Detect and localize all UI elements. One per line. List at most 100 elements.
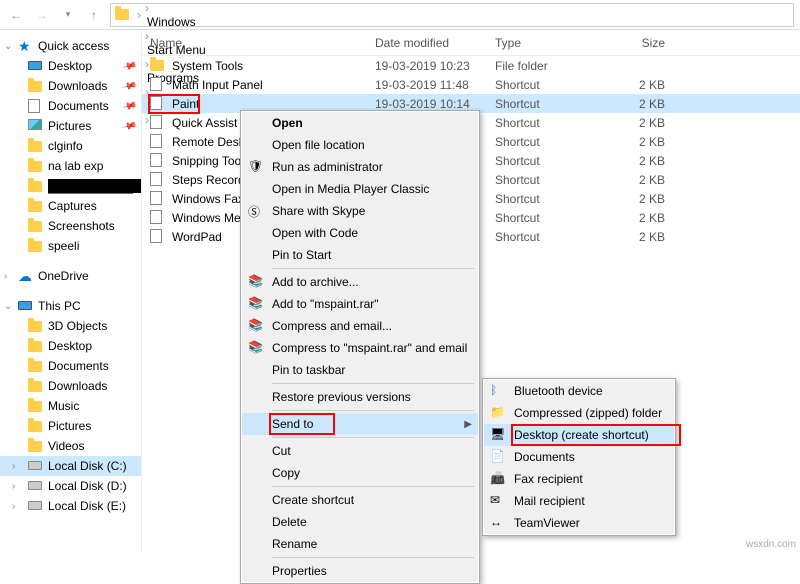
file-row[interactable]: Math Input Panel19-03-2019 11:48Shortcut…	[142, 75, 800, 94]
sidebar-item[interactable]: Documents	[0, 356, 141, 376]
menu-item-label: Run as administrator	[272, 160, 383, 174]
breadcrumb-seg[interactable]: Microsoft	[143, 0, 267, 1]
sidebar-item-label: Downloads	[48, 79, 107, 93]
sidebar-item-label: Pictures	[48, 419, 91, 433]
back-button[interactable]: ←	[6, 5, 26, 25]
menu-item[interactable]: Open in Media Player Classic	[242, 178, 478, 200]
up-button[interactable]: ↑	[84, 5, 104, 25]
menu-item[interactable]: Open	[242, 112, 478, 134]
sidebar-item[interactable]: Captures	[0, 196, 141, 216]
menu-item-label: Mail recipient	[514, 494, 585, 508]
sidebar-item[interactable]: Pictures📌	[0, 116, 141, 136]
menu-item[interactable]: Cut	[242, 440, 478, 462]
sidebar-item-label: Documents	[48, 359, 109, 373]
quick-access[interactable]: ⌄ ★ Quick access	[0, 36, 141, 56]
sidebar-item[interactable]: na lab exp	[0, 156, 141, 176]
menu-item[interactable]: 📚 Add to "mspaint.rar"	[242, 293, 478, 315]
sidebar-item[interactable]: 3D Objects	[0, 316, 141, 336]
file-name: System Tools	[172, 59, 375, 73]
menu-separator	[272, 437, 474, 438]
watermark: wsxdn.com	[746, 539, 796, 550]
menu-item[interactable]: Copy	[242, 462, 478, 484]
file-type: Shortcut	[495, 192, 595, 206]
recent-dropdown[interactable]: ▾	[58, 5, 78, 25]
menu-item[interactable]: 📚Compress to "mspaint.rar" and email	[242, 337, 478, 359]
menu-item[interactable]: Delete	[242, 511, 478, 533]
menu-item-icon: ✉	[490, 493, 506, 509]
menu-item[interactable]: ⓈShare with Skype	[242, 200, 478, 222]
menu-separator	[272, 268, 474, 269]
menu-item[interactable]: 🖥Desktop (create shortcut)	[484, 424, 674, 446]
menu-item[interactable]: Create shortcut	[242, 489, 478, 511]
col-date[interactable]: Date modified	[375, 36, 495, 50]
sidebar-item[interactable]: Documents📌	[0, 96, 141, 116]
menu-item[interactable]: 📚Compress and email...	[242, 315, 478, 337]
file-size: 2 KB	[595, 230, 675, 244]
item-icon	[28, 479, 42, 493]
menu-item-label: Share with Skype	[272, 204, 365, 218]
sidebar-item[interactable]: ██████████.ar	[0, 176, 141, 196]
sidebar-item[interactable]: ›Local Disk (E:)	[0, 496, 141, 516]
sidebar-item[interactable]: Desktop	[0, 336, 141, 356]
file-row[interactable]: System Tools19-03-2019 10:23File folder	[142, 56, 800, 75]
menu-item[interactable]: Restore previous versions	[242, 386, 478, 408]
menu-item[interactable]: Pin to Start	[242, 244, 478, 266]
sidebar-item[interactable]: Desktop📌	[0, 56, 141, 76]
menu-item-label: Documents	[514, 450, 575, 464]
sidebar-item[interactable]: ›Local Disk (C:)	[0, 456, 141, 476]
menu-item-icon: 📁	[490, 405, 506, 421]
menu-item-label: Create shortcut	[272, 493, 354, 507]
sidebar-item[interactable]: Pictures	[0, 416, 141, 436]
menu-item-label: Compressed (zipped) folder	[514, 406, 662, 420]
sidebar-item[interactable]: clginfo	[0, 136, 141, 156]
menu-item[interactable]: 📚Add to archive...	[242, 271, 478, 293]
menu-item[interactable]: Properties	[242, 560, 478, 582]
menu-item[interactable]: Open with Code	[242, 222, 478, 244]
menu-item[interactable]: Pin to taskbar	[242, 359, 478, 381]
column-headers[interactable]: Name Date modified Type Size	[142, 30, 800, 56]
sidebar-item[interactable]: Videos	[0, 436, 141, 456]
file-type: Shortcut	[495, 173, 595, 187]
sidebar-item-label: na lab exp	[48, 159, 103, 173]
col-name[interactable]: Name	[150, 36, 375, 50]
sidebar-item[interactable]: ›Local Disk (D:)	[0, 476, 141, 496]
pin-icon: 📌	[121, 98, 137, 114]
pin-icon: 📌	[121, 58, 137, 74]
menu-item[interactable]: 🛡Run as administrator	[242, 156, 478, 178]
menu-separator	[272, 486, 474, 487]
file-type: Shortcut	[495, 97, 595, 111]
menu-item-label: Add to "mspaint.rar"	[272, 297, 379, 311]
sidebar-item[interactable]: speeli	[0, 236, 141, 256]
file-type: Shortcut	[495, 116, 595, 130]
breadcrumb[interactable]: › This PC›Local Disk (C:)›ProgramData›Mi…	[110, 3, 794, 27]
sidebar-item[interactable]: Screenshots	[0, 216, 141, 236]
onedrive[interactable]: › ☁ OneDrive	[0, 266, 141, 286]
menu-item[interactable]: ✉ Mail recipient	[484, 490, 674, 512]
col-size[interactable]: Size	[595, 36, 675, 50]
menu-item[interactable]: 📄Documents	[484, 446, 674, 468]
sidebar-item[interactable]: Music	[0, 396, 141, 416]
menu-item[interactable]: 📁 Compressed (zipped) folder	[484, 402, 674, 424]
breadcrumb-seg[interactable]: Windows	[143, 15, 267, 29]
menu-item-label: Delete	[272, 515, 307, 529]
menu-item-label: Open	[272, 116, 303, 130]
menu-item-icon: ↔	[490, 515, 506, 531]
file-icon	[150, 172, 166, 188]
menu-item[interactable]: ᛒBluetooth device	[484, 380, 674, 402]
menu-item[interactable]: ↔TeamViewer	[484, 512, 674, 534]
menu-item-icon: 📚	[248, 296, 264, 312]
item-icon	[28, 219, 42, 233]
navigation-pane: ⌄ ★ Quick access Desktop📌Downloads📌Docum…	[0, 30, 142, 552]
this-pc[interactable]: ⌄ This PC	[0, 296, 141, 316]
chevron-right-icon: ›	[143, 1, 151, 15]
sidebar-item[interactable]: Downloads	[0, 376, 141, 396]
file-date: 19-03-2019 10:14	[375, 97, 495, 111]
forward-button[interactable]: →	[32, 5, 52, 25]
menu-item[interactable]: 📠Fax recipient	[484, 468, 674, 490]
menu-item[interactable]: Send to▶	[242, 413, 478, 435]
sidebar-item[interactable]: Downloads📌	[0, 76, 141, 96]
menu-item[interactable]: Open file location	[242, 134, 478, 156]
col-type[interactable]: Type	[495, 36, 595, 50]
item-icon	[28, 339, 42, 353]
file-size: 2 KB	[595, 154, 675, 168]
